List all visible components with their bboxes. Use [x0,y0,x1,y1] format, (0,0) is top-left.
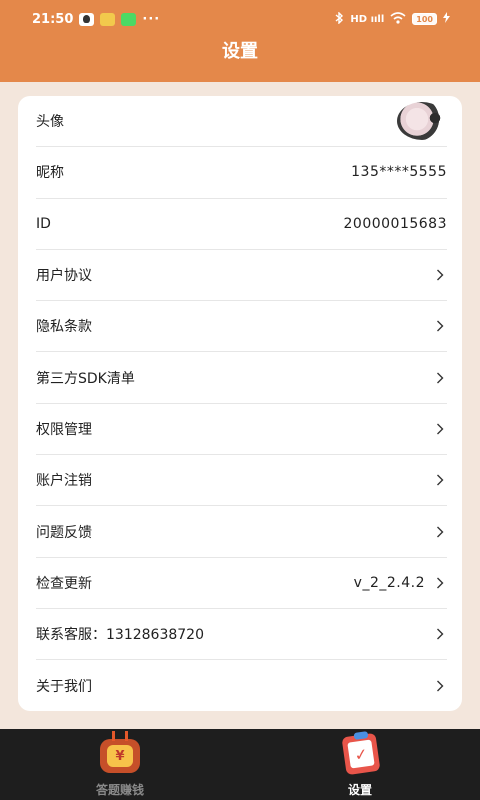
wifi-icon [390,11,406,27]
settings-row-avatar[interactable]: 头像 [36,96,447,148]
more-notifications-icon: ··· [142,11,161,27]
chevron-right-icon [433,423,447,435]
qq-notification-icon [79,12,95,26]
chevron-right-icon [433,526,447,538]
settings-row-third-party-sdk[interactable]: 第三方SDK清单 [36,352,447,404]
tab-label: 设置 [347,783,372,797]
tab-settings[interactable]: ✓ 设置 [240,729,480,800]
chevron-right-icon [433,474,447,486]
chevron-right-icon [433,372,447,384]
chevron-right-icon [433,320,447,332]
wechat-notification-icon [121,12,137,26]
page-title: 设置 [222,41,258,62]
settings-row-label: ID [36,215,51,232]
chevron-right-icon [433,628,447,640]
settings-row-label: 关于我们 [36,678,92,695]
settings-row-nickname[interactable]: 昵称 135****5555 [36,147,447,199]
settings-row-feedback[interactable]: 问题反馈 [36,506,447,558]
settings-row-label: 用户协议 [36,268,92,285]
settings-row-label: 检查更新 [36,575,92,592]
nickname-value: 135****5555 [351,164,447,181]
clipboard-check-icon: ✓ [334,731,386,779]
chevron-right-icon [433,680,447,692]
settings-row-label: 联系客服：13128638720 [36,627,204,644]
settings-row-delete-account[interactable]: 账户注销 [36,455,447,507]
bottom-tab-bar: ¥ 答题赚钱 ✓ 设置 [0,729,480,800]
settings-row-label: 权限管理 [36,421,92,438]
bluetooth-icon [335,10,344,27]
settings-row-check-update[interactable]: 检查更新 v_2_2.4.2 [36,558,447,609]
user-id-value: 20000015683 [343,215,447,232]
chevron-right-icon [433,577,447,589]
settings-row-label: 头像 [36,114,64,131]
battery-icon: 100 [412,13,437,25]
avatar[interactable] [397,102,447,141]
settings-row-label: 昵称 [36,165,64,182]
status-bar: 21:50 ··· HD ııll 100 [0,0,480,38]
signal-icon: HD ııll [350,13,385,25]
chevron-right-icon [433,269,447,281]
settings-row-label: 账户注销 [36,473,92,490]
version-value: v_2_2.4.2 [353,574,425,591]
tab-earn-money[interactable]: ¥ 答题赚钱 [0,729,240,800]
tab-label: 答题赚钱 [95,783,144,797]
header-bar: 21:50 ··· HD ııll 100 设置 [0,0,480,82]
settings-row-user-agreement[interactable]: 用户协议 [36,250,447,302]
tv-coin-icon: ¥ [94,731,146,779]
settings-row-label: 隐私条款 [36,319,92,336]
settings-row-about-us[interactable]: 关于我们 [36,660,447,711]
charging-icon [443,12,450,26]
settings-row-permissions[interactable]: 权限管理 [36,404,447,456]
settings-row-privacy-policy[interactable]: 隐私条款 [36,301,447,353]
status-time: 21:50 [32,11,74,27]
settings-row-label: 问题反馈 [36,524,92,541]
settings-card: 头像 昵称 135****5555 ID 20000015683 用户协议 隐私… [18,96,462,711]
settings-row-contact-support[interactable]: 联系客服：13128638720 [36,609,447,661]
settings-row-id: ID 20000015683 [36,199,447,250]
settings-row-label: 第三方SDK清单 [36,370,135,387]
message-notification-icon [100,12,116,26]
